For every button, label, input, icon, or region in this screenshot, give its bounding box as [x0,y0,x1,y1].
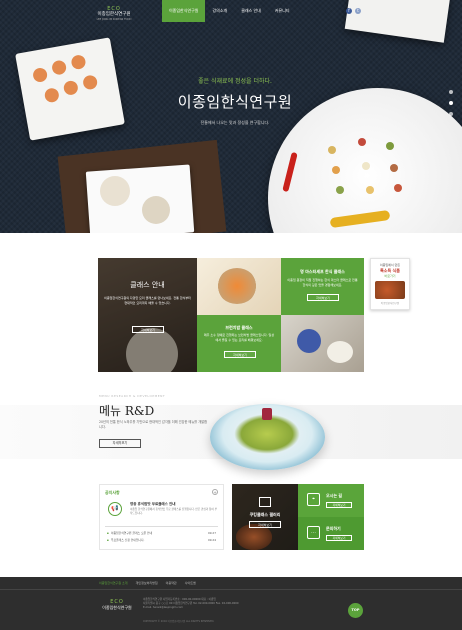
notice-row-date: 09.24 [207,538,216,542]
facebook-icon[interactable]: f [346,8,352,14]
hero-plate-image [15,37,125,141]
notice-row-title: 무료클래스 신청 안내입니다. [110,538,145,542]
master-more-button[interactable]: 자세히보기 [307,294,339,301]
scroll-top-button[interactable]: TOP [348,603,363,618]
site-logo[interactable]: ECO 이종임한식연구원 LEE JONG IM KOREAN FOOD [96,6,132,21]
class-card-desc: 이종임 원장이 직접 진행하는 한식 마스터 클래스로 전통 한식의 깊은 맛을… [287,278,358,287]
hero-tagline: 좋은 식재료에 정성을 더하다. [198,78,272,85]
slider-dot[interactable] [449,112,453,116]
megaphone-icon: 📢 [108,502,122,516]
class-food-image [197,258,281,315]
footer-link-terms[interactable]: 이용약관 [166,581,177,585]
nav-item-lectures[interactable]: 강의소개 [205,0,234,22]
nav-item-about[interactable]: 이종임한식연구원 [162,0,206,22]
class-card-master[interactable]: 명 마스터셰프 한식 클래스 이종임 원장이 직접 진행하는 한식 마스터 클래… [281,258,364,315]
class-card-brunch[interactable]: 브런치밥 클래스 매주 소수 정예로 진행되는 브런치밥 클래스입니다. 일상에… [197,315,281,372]
footer-links: 이종임한식연구원 소개 개인정보처리방침 이용약관 사이트맵 [99,581,196,585]
menu-salad-image [210,404,325,470]
notice-row[interactable]: ▪ 무료클래스 신청 안내입니다. 09.24 [107,538,216,542]
twitter-icon[interactable]: t [355,8,361,14]
location-icon: ⌖ [307,493,320,506]
directions-card[interactable]: ⌖ 오시는 길 자세히보기 [298,484,364,517]
menu-eyebrow: MENU RESEARCH & DEVELOPMENT [99,394,166,398]
inquiry-title: 문의하기 [326,526,341,531]
hero-copy: 좋은 식재료에 정성을 더하다. 이종임한식연구원 전통에서 나오는 맛과 정성… [150,76,320,126]
plus-icon[interactable]: + [212,489,218,495]
notice-row-title: 이종임한식연구원 클래스 오픈 안내 [110,531,153,535]
gallery-card[interactable]: 쿠킹클래스 갤러리 자세히보기 [232,484,298,550]
inquiry-more-button[interactable]: 자세히보기 [326,535,352,541]
slider-dot[interactable] [449,101,453,105]
footer-logo: ECO 이종임한식연구원 [99,599,135,611]
gallery-more-button[interactable]: 자세히보기 [249,521,281,528]
directions-title: 오시는 길 [326,493,343,498]
gallery-title: 쿠킹클래스 갤러리 [249,512,281,517]
gallery-icon [259,497,271,507]
notice-featured-title[interactable]: 영종 휴식탑맛 무료클래스 안내 [130,502,176,507]
class-card-desc: 이종임한식연구원의 다양한 요리 클래스를 만나보세요. 전통 한식부터 현대적… [104,296,191,305]
hero-title: 이종임한식연구원 [177,93,293,111]
promo-line1: 이종임에서 만든 [379,263,401,267]
class-grid: 클래스 안내 이종임한식연구원의 다양한 요리 클래스를 만나보세요. 전통 한… [98,258,364,372]
hero-description: 전통에서 나오는 맛과 정성을 연구합니다. [200,120,270,125]
footer-link-sitemap[interactable]: 사이트맵 [185,581,196,585]
notice-heading: 공지사항 [105,490,120,495]
footer-copyright: COPYRIGHT © 2016 이종임한식연구원 ALL RIGHTS RES… [143,620,215,623]
menu-description: 20년의 전통 한식 노하우를 기반으로 현대적인 감각을 더해 건강한 메뉴를… [99,420,208,429]
menu-title: 메뉴 R&D [99,404,155,418]
notice-featured-body: 이종임 한식연구원에서 휴식탑맛 무료 클래스를 진행합니다. 많은 관심과 참… [130,508,217,515]
nav-item-classes[interactable]: 클래스 안내 [234,0,268,22]
slider-dot[interactable] [449,90,453,94]
promo-foot: 이종임한식연구원 [380,302,400,305]
class-more-button[interactable]: 자세히보기 [132,326,164,333]
notice-board: 공지사항 + 📢 영종 휴식탑맛 무료클래스 안내 이종임 한식연구원에서 휴식… [99,484,224,550]
inquiry-card[interactable]: … 문의하기 자세히보기 [298,517,364,550]
promo-banner[interactable]: 이종임에서 만든 특소득 식품 바로가기 이종임한식연구원 [370,258,410,310]
footer-logo-name: 이종임한식연구원 [102,605,132,610]
brunch-more-button[interactable]: 자세히보기 [224,351,256,358]
nav-item-community[interactable]: 커뮤니티 [268,0,297,22]
class-card-title: 클래스 안내 [130,281,165,289]
footer-link-privacy[interactable]: 개인정보처리방침 [136,581,158,585]
notice-row[interactable]: ▪ 이종임한식연구원 클래스 오픈 안내 09.27 [107,531,216,535]
social-links: f t [346,8,361,14]
class-card-title: 브런치밥 클래스 [225,325,253,330]
class-food-image [281,315,364,372]
divider [105,526,218,527]
class-card-main[interactable]: 클래스 안내 이종임한식연구원의 다양한 요리 클래스를 만나보세요. 전통 한… [98,258,197,372]
main-nav: 이종임한식연구원 강의소개 클래스 안내 커뮤니티 [162,0,297,22]
class-card-desc: 매주 소수 정예로 진행되는 브런치밥 클래스입니다. 일상에서 즐길 수 있는… [203,333,275,342]
footer-info: 이종임한식연구원 사업자등록번호 : 000-00-00000 대표 : 이종임… [143,598,239,609]
chat-icon: … [307,526,320,539]
promo-image [375,281,405,299]
class-card-title: 명 마스터셰프 한식 클래스 [300,269,345,274]
directions-more-button[interactable]: 자세히보기 [326,502,352,508]
hero-slider-dots [449,90,453,116]
menu-more-button[interactable]: 자세히보기 [99,439,141,448]
notice-row-date: 09.27 [207,531,216,535]
promo-line3: 바로가기 [384,274,396,278]
footer-link-about[interactable]: 이종임한식연구원 소개 [99,581,128,585]
logo-sub: LEE JONG IM KOREAN FOOD [96,18,132,21]
